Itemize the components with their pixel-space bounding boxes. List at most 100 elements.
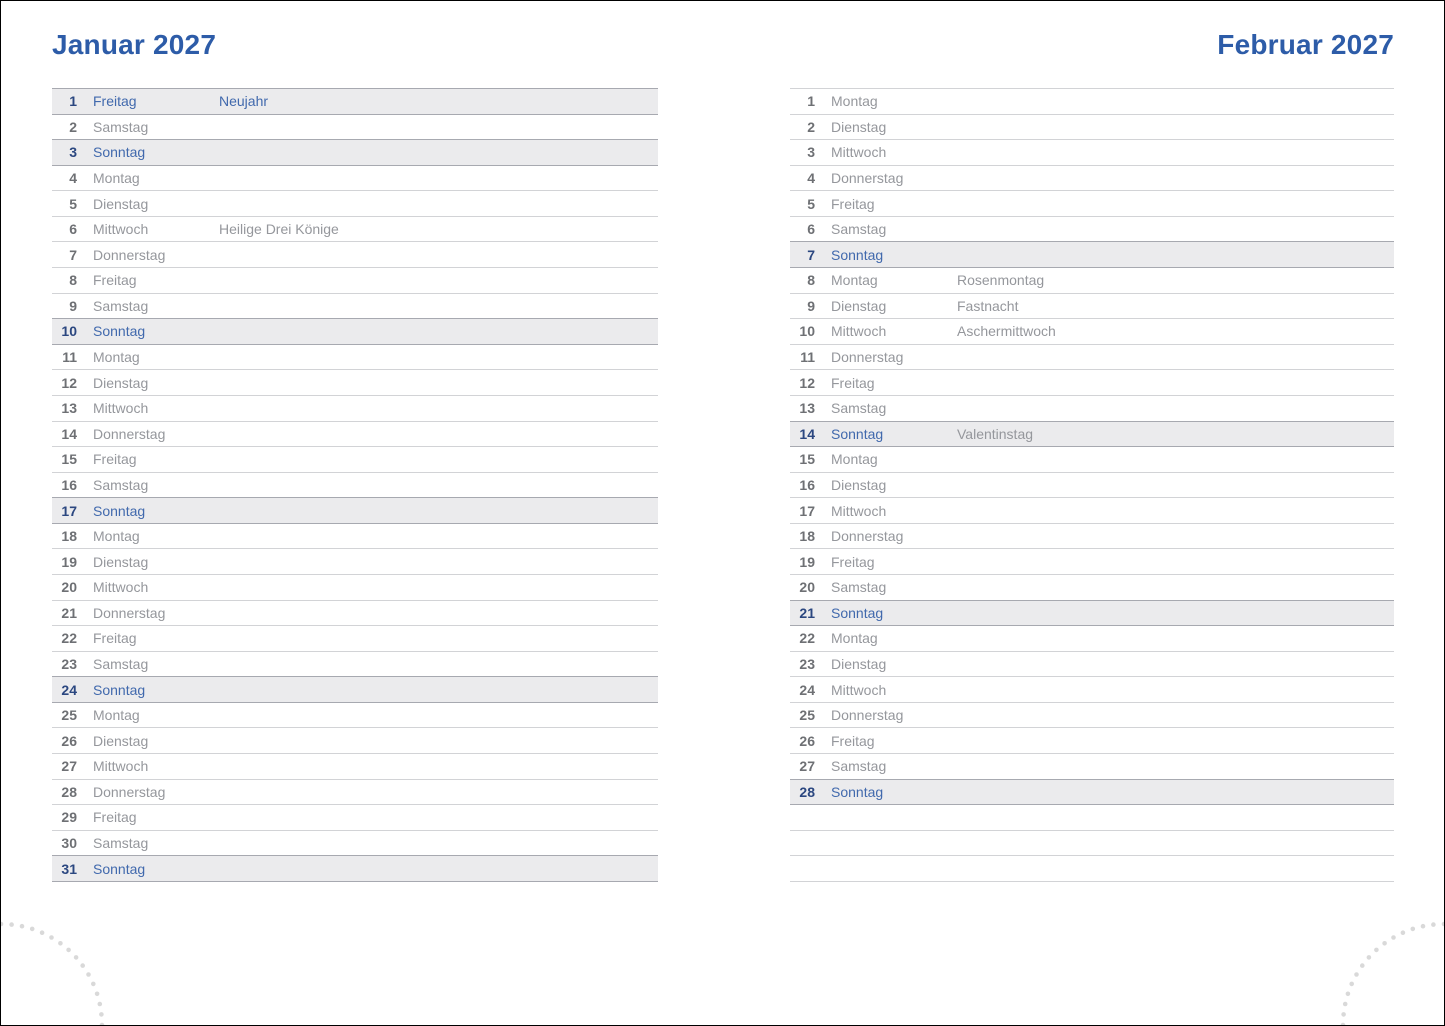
holiday-label: Heilige Drei Könige: [219, 221, 339, 237]
day-number: 22: [790, 630, 815, 646]
day-number: 18: [790, 528, 815, 544]
day-number: 6: [52, 221, 77, 237]
calendar-row: 1 Montag: [790, 88, 1394, 114]
weekday-label: Donnerstag: [831, 528, 903, 544]
calendar-row: 29 Freitag: [52, 804, 658, 830]
day-number: 26: [790, 733, 815, 749]
weekday-label: Sonntag: [93, 144, 145, 160]
day-number: 29: [52, 809, 77, 825]
weekday-label: Donnerstag: [93, 605, 165, 621]
day-number: 2: [52, 119, 77, 135]
day-number: 16: [790, 477, 815, 493]
calendar-row: 28Donnerstag: [52, 779, 658, 805]
calendar-row: 6 Samstag: [790, 216, 1394, 242]
calendar-row: 13Samstag: [790, 395, 1394, 421]
day-number: 23: [790, 656, 815, 672]
day-number: 13: [790, 400, 815, 416]
day-number: 18: [52, 528, 77, 544]
weekday-label: Donnerstag: [831, 349, 903, 365]
calendar-row: 5Freitag: [790, 190, 1394, 216]
weekday-label: Freitag: [93, 809, 137, 825]
day-number: 21: [790, 605, 815, 621]
day-number: 13: [52, 400, 77, 416]
calendar-row: 9DienstagFastnacht: [790, 293, 1394, 319]
weekday-label: Samstag: [93, 477, 148, 493]
day-number: 20: [52, 579, 77, 595]
day-number: 17: [52, 503, 77, 519]
calendar-row: 12Dienstag: [52, 369, 658, 395]
weekday-label: Samstag: [93, 835, 148, 851]
weekday-label: Dienstag: [831, 298, 886, 314]
weekday-label: Sonntag: [93, 682, 145, 698]
day-number: 5: [790, 196, 815, 212]
calendar-row: 30Samstag: [52, 830, 658, 856]
day-number: 7: [790, 247, 815, 263]
calendar-row: 2 Samstag: [52, 114, 658, 140]
calendar-row: 4Donnerstag: [790, 165, 1394, 191]
day-number: 15: [52, 451, 77, 467]
weekday-label: Sonntag: [93, 503, 145, 519]
calendar-row: 7Donnerstag: [52, 241, 658, 267]
weekday-label: Freitag: [93, 630, 137, 646]
day-number: 11: [52, 349, 77, 365]
day-number: 3: [52, 144, 77, 160]
day-number: 22: [52, 630, 77, 646]
weekday-label: Montag: [831, 93, 878, 109]
weekday-label: Donnerstag: [93, 247, 165, 263]
day-number: 14: [52, 426, 77, 442]
day-number: 12: [52, 375, 77, 391]
day-number: 11: [790, 349, 815, 365]
weekday-label: Samstag: [831, 758, 886, 774]
day-number: 25: [790, 707, 815, 723]
weekday-label: Donnerstag: [831, 170, 903, 186]
weekday-label: Samstag: [93, 119, 148, 135]
weekday-label: Donnerstag: [93, 426, 165, 442]
day-number: 2: [790, 119, 815, 135]
calendar-page: Januar 2027 1FreitagNeujahr2Samstag3Sonn…: [0, 0, 1445, 1026]
calendar-row: 17 Sonntag: [52, 497, 658, 523]
day-number: 12: [790, 375, 815, 391]
weekday-label: Samstag: [831, 221, 886, 237]
table-bottom-line: [52, 881, 658, 882]
day-number: 1: [52, 93, 77, 109]
month-title-january: Januar 2027: [52, 29, 658, 61]
calendar-row: 6 Mittwoch Heilige Drei Könige: [52, 216, 658, 242]
weekday-label: Mittwoch: [93, 221, 148, 237]
calendar-row: 24Sonntag: [52, 676, 658, 702]
holiday-label: Fastnacht: [957, 298, 1018, 314]
calendar-row: 5 Dienstag: [52, 190, 658, 216]
weekday-label: Mittwoch: [93, 400, 148, 416]
day-number: 5: [52, 196, 77, 212]
day-number: 1: [790, 93, 815, 109]
corner-dots-left-decoration: [1, 913, 113, 1025]
calendar-row: 23Samstag: [52, 651, 658, 677]
weekday-label: Mittwoch: [831, 503, 886, 519]
day-number: 10: [52, 323, 77, 339]
calendar-row: 15Freitag: [52, 446, 658, 472]
weekday-label: Montag: [831, 630, 878, 646]
table-bottom-line: [790, 881, 1394, 882]
day-number: 23: [52, 656, 77, 672]
weekday-label: Sonntag: [93, 323, 145, 339]
calendar-row: 16Samstag: [52, 472, 658, 498]
empty-row: [790, 804, 1394, 830]
calendar-row: 13 Mittwoch: [52, 395, 658, 421]
weekday-label: Montag: [831, 272, 878, 288]
day-number: 6: [790, 221, 815, 237]
weekday-label: Freitag: [93, 93, 137, 109]
day-number: 19: [52, 554, 77, 570]
calendar-row: 1FreitagNeujahr: [52, 88, 658, 114]
weekday-label: Freitag: [93, 272, 137, 288]
corner-dots-right-decoration: [1332, 913, 1444, 1025]
weekday-label: Dienstag: [831, 119, 886, 135]
day-number: 8: [790, 272, 815, 288]
calendar-row: 12Freitag: [790, 369, 1394, 395]
day-number: 9: [52, 298, 77, 314]
day-number: 20: [790, 579, 815, 595]
month-february-section: Februar 2027 1Montag2Dienstag3Mittwoch4D…: [790, 29, 1394, 61]
weekday-label: Dienstag: [93, 196, 148, 212]
weekday-label: Freitag: [831, 733, 875, 749]
weekday-label: Dienstag: [93, 733, 148, 749]
calendar-row: 22 Montag: [790, 625, 1394, 651]
calendar-row: 14 Donnerstag: [52, 421, 658, 447]
